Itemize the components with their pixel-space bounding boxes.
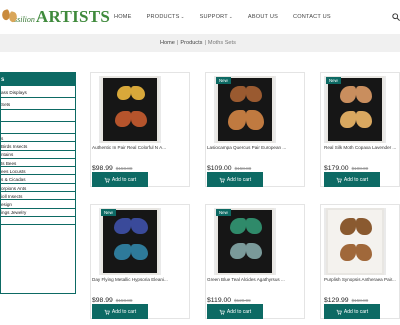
sidebar-title: s <box>1 73 75 86</box>
product-image[interactable]: New <box>324 76 386 143</box>
category-item[interactable]: ass Displays <box>1 86 75 98</box>
cart-icon <box>336 309 342 315</box>
cart-icon <box>336 177 342 183</box>
product-price: $129.99 <box>324 297 349 304</box>
breadcrumb-separator: | <box>176 40 179 46</box>
product-title[interactable]: Real Silk Moth Copaxa Lavender ... <box>324 145 400 150</box>
product-title[interactable]: Day Flying Metallic Hypsoria Eleani... <box>92 277 184 282</box>
add-to-cart-button[interactable]: Add to cart <box>324 172 380 187</box>
new-badge: New <box>216 209 231 216</box>
product-old-price: $158.88 <box>351 298 369 303</box>
cart-icon <box>104 177 110 183</box>
category-item[interactable]: esign <box>1 200 75 209</box>
category-item[interactable]: ts Bees <box>1 159 75 168</box>
nav-about-us[interactable]: ABOUT US <box>248 14 278 20</box>
product-title[interactable]: Purplish Synopsis Antheraea Pair... <box>324 277 400 282</box>
specimen-frame <box>216 76 274 143</box>
cart-icon <box>104 309 110 315</box>
breadcrumb-products[interactable]: Products <box>180 40 202 46</box>
product-image[interactable]: New <box>99 208 161 275</box>
product-card[interactable]: New Real Silk Moth Copaxa Lavender ... $… <box>320 72 400 187</box>
category-item[interactable]: orpions Ants <box>1 184 75 193</box>
new-badge: New <box>101 209 116 216</box>
add-to-cart-button[interactable]: Add to cart <box>324 304 380 319</box>
category-item[interactable] <box>1 217 75 226</box>
specimen-frame <box>101 208 159 275</box>
cart-icon <box>219 309 225 315</box>
category-sidebar: s ass Displays Sets s Birds Insects ntai… <box>0 72 76 294</box>
nav-products[interactable]: PRODUCTS⌄ <box>147 14 185 20</box>
product-card[interactable]: Purplish Synopsis Antheraea Pair... $129… <box>320 204 400 319</box>
product-price: $98.99 <box>92 165 113 172</box>
breadcrumb-current: Moths Sets <box>207 40 236 46</box>
specimen-frame <box>216 208 274 275</box>
product-image[interactable]: New <box>214 76 276 143</box>
category-item[interactable] <box>1 122 75 134</box>
nav-contact-us[interactable]: CONTACT US <box>293 14 331 20</box>
product-title[interactable]: Green Blue Teal Alcides Agathyrsus ... <box>207 277 299 282</box>
nav-home[interactable]: HOME <box>114 14 132 20</box>
new-badge: New <box>326 77 341 84</box>
category-item[interactable]: ioll Insects <box>1 192 75 201</box>
category-item[interactable]: s <box>1 134 75 143</box>
logo-big-text: ARTISTS <box>35 7 111 26</box>
product-old-price: $129.99 <box>234 298 251 303</box>
product-card[interactable]: New Lasiocampa Quercus Pair European ...… <box>205 72 305 187</box>
product-image[interactable] <box>324 208 386 275</box>
search-icon[interactable] <box>392 13 400 21</box>
site-logo[interactable]: ssilion ARTISTS <box>0 6 110 28</box>
category-item[interactable]: ings Jewelry <box>1 209 75 217</box>
breadcrumb-bar: Home | Products | Moths Sets <box>0 34 400 52</box>
product-old-price: $158.88 <box>115 298 133 303</box>
product-card[interactable]: Authentic In Pair Real Colorful N A... $… <box>90 72 190 187</box>
butterfly-logo-icon <box>0 8 20 26</box>
breadcrumb-separator: | <box>204 40 206 46</box>
add-to-cart-button[interactable]: Add to cart <box>207 172 263 187</box>
product-title[interactable]: Lasiocampa Quercus Pair European ... <box>207 145 299 150</box>
category-item[interactable]: ntains <box>1 151 75 159</box>
product-title[interactable]: Authentic In Pair Real Colorful N A... <box>92 145 184 150</box>
category-list: ass Displays Sets s Birds Insects ntains… <box>1 86 75 226</box>
product-price: $98.99 <box>92 297 113 304</box>
category-item[interactable]: Sets <box>1 98 75 110</box>
breadcrumb: Home | Products | Moths Sets <box>160 40 236 46</box>
cart-icon <box>219 177 225 183</box>
add-to-cart-button[interactable]: Add to cart <box>92 304 148 319</box>
specimen-frame <box>326 208 384 275</box>
product-card[interactable]: New Green Blue Teal Alcides Agathyrsus .… <box>205 204 305 319</box>
product-price: $109.00 <box>207 165 232 172</box>
category-item[interactable]: ees Locusts <box>1 167 75 176</box>
category-item[interactable]: s & Cicadas <box>1 175 75 184</box>
breadcrumb-home[interactable]: Home <box>160 40 175 46</box>
nav-support[interactable]: SUPPORT⌄ <box>200 14 233 20</box>
site-header: ssilion ARTISTS HOME PRODUCTS⌄ SUPPORT⌄ … <box>0 0 400 34</box>
product-card[interactable]: New Day Flying Metallic Hypsoria Eleani.… <box>90 204 190 319</box>
product-old-price: $198.00 <box>351 166 369 171</box>
new-badge: New <box>216 77 231 84</box>
specimen-frame <box>101 76 159 143</box>
product-old-price: $158.88 <box>115 166 133 171</box>
category-item[interactable]: Birds Insects <box>1 142 75 151</box>
category-item[interactable] <box>1 110 75 122</box>
specimen-frame <box>326 76 384 143</box>
product-price: $179.00 <box>324 165 349 172</box>
product-image[interactable] <box>99 76 161 143</box>
add-to-cart-button[interactable]: Add to cart <box>207 304 263 319</box>
product-old-price: $158.88 <box>234 166 252 171</box>
main-nav: HOME PRODUCTS⌄ SUPPORT⌄ ABOUT US CONTACT… <box>114 14 346 20</box>
product-image[interactable]: New <box>214 208 276 275</box>
add-to-cart-button[interactable]: Add to cart <box>92 172 148 187</box>
chevron-down-icon: ⌄ <box>180 14 185 19</box>
product-price: $119.00 <box>207 297 232 304</box>
chevron-down-icon: ⌄ <box>228 14 233 19</box>
